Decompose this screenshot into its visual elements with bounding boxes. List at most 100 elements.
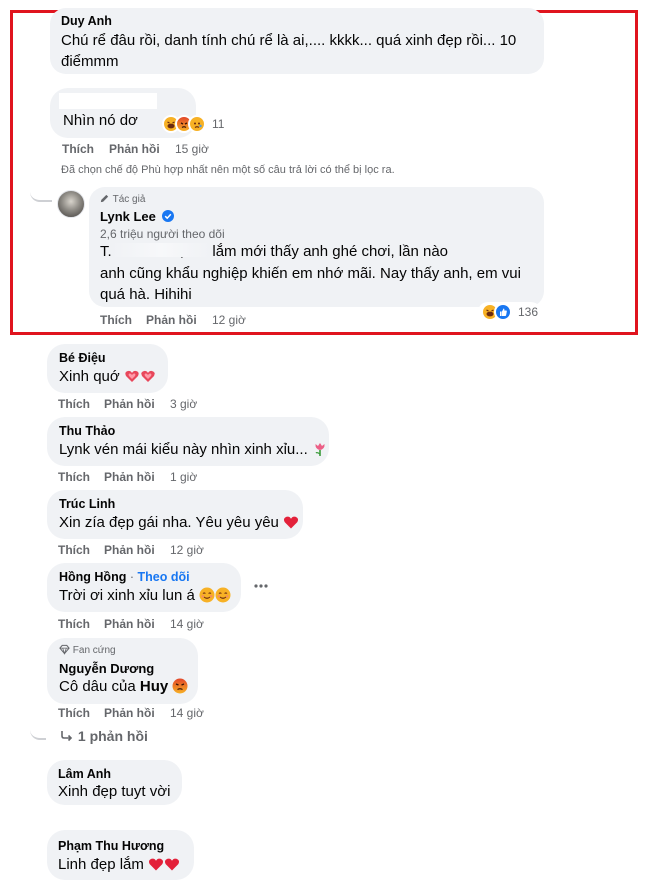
- commenter-name[interactable]: Thu Thảo: [59, 424, 115, 438]
- commenter-name[interactable]: Lâm Anh: [58, 767, 111, 781]
- redacted-text-block: [111, 243, 211, 257]
- comment-text-line2: anh cũng khẩu nghiệp khiến em nhớ mãi. N…: [100, 265, 521, 282]
- growing-heart-icon: [125, 370, 139, 382]
- comment-bubble-duy-anh: Duy Anh Chú rể đâu rồi, danh tính chú rể…: [50, 8, 544, 74]
- like-button[interactable]: Thích: [62, 142, 94, 156]
- comment-actions: Thích Phản hồi 14 giờ: [58, 617, 258, 633]
- tulip-icon: [315, 443, 325, 456]
- commenter-name[interactable]: Phạm Thu Hương: [58, 839, 164, 853]
- comment-actions: Thích Phản hồi 1 giờ: [58, 470, 258, 486]
- comment-text-line1: Chú rể đâu rồi, danh tính chú rể là ai,.…: [61, 32, 517, 49]
- like-button[interactable]: Thích: [58, 617, 90, 631]
- comment-text-line2: điểmmm: [61, 53, 119, 70]
- like-button[interactable]: Thích: [58, 706, 90, 720]
- reply-button[interactable]: Phản hồi: [104, 706, 155, 720]
- red-heart-icon: [284, 516, 299, 529]
- comment-bubble-hong-hong: Hồng Hồng · Theo dõi Trời ơi xinh xỉu lu…: [47, 563, 241, 612]
- like-button[interactable]: Thích: [100, 313, 132, 327]
- comment-text-prefix: Cô dâu của: [59, 678, 140, 695]
- author-badge: Tác giả: [99, 193, 145, 205]
- comment-bubble-nguyen-duong: Fan cứng Nguyễn Dương Cô dâu của Huy: [47, 638, 198, 704]
- commenter-name[interactable]: Bé Điệu: [59, 351, 106, 365]
- fan-badge: Fan cứng: [59, 644, 116, 656]
- commenter-name[interactable]: Lynk Lee: [100, 209, 174, 224]
- follow-button[interactable]: Theo dõi: [137, 570, 189, 584]
- comment-bubble-pham-thu-huong: Phạm Thu Hương Linh đẹp lắm: [47, 830, 194, 880]
- comment-text-content: Xinh quớ: [59, 368, 120, 385]
- replies-count: 1 phản hồi: [77, 728, 148, 744]
- comment-text-content: Lynk vén mái kiểu này nhìn xinh xỉu...: [59, 441, 308, 458]
- comment-text-content: Xin zía đẹp gái nha. Yêu yêu yêu: [59, 514, 279, 531]
- reply-button[interactable]: Phản hồi: [146, 313, 197, 327]
- reply-arrow-icon: [61, 731, 73, 742]
- reaction-summary[interactable]: 136: [478, 302, 542, 322]
- comment-text: Trời ơi xinh xỉu lun á: [59, 585, 231, 607]
- like-button[interactable]: Thích: [58, 397, 90, 411]
- reaction-count: 136: [518, 305, 539, 319]
- verified-badge-icon: [161, 210, 174, 222]
- pencil-icon: [100, 194, 109, 203]
- comment-time[interactable]: 12 giờ: [212, 313, 246, 327]
- comment-bubble-truc-linh: Trúc Linh Xin zía đẹp gái nha. Yêu yêu y…: [47, 490, 303, 539]
- comment-bubble-lynk-lee: Tác giả Lynk Lee 2,6 triệu người theo dõ…: [89, 187, 544, 307]
- comment-text: Xin zía đẹp gái nha. Yêu yêu yêu: [59, 512, 299, 534]
- comment-text: Lynk vén mái kiểu này nhìn xinh xỉu...: [59, 439, 328, 461]
- commenter-name[interactable]: Duy Anh: [61, 14, 112, 28]
- growing-heart-icon: [141, 370, 155, 382]
- fan-badge-label: Fan cứng: [72, 645, 116, 656]
- smiling-face-icon: [199, 587, 215, 603]
- author-badge-label: Tác giả: [112, 194, 146, 205]
- comment-time[interactable]: 3 giờ: [170, 397, 197, 411]
- like-button[interactable]: Thích: [58, 470, 90, 484]
- comment-actions: Thích Phản hồi 14 giờ: [58, 706, 258, 722]
- reaction-summary[interactable]: 11: [162, 115, 224, 133]
- reply-thread-line: [30, 186, 52, 202]
- commenter-name[interactable]: Nguyễn Dương: [59, 661, 154, 676]
- comment-time[interactable]: 15 giờ: [175, 142, 209, 156]
- comment-actions: Thích Phản hồi 12 giờ: [58, 543, 258, 559]
- comment-text: Xinh đẹp tuyt vời: [58, 783, 171, 800]
- comment-actions: Thích Phản hồi 12 giờ: [100, 313, 300, 329]
- comment-actions: Thích Phản hồi 15 giờ: [62, 142, 262, 158]
- comment-time[interactable]: 14 giờ: [170, 706, 204, 720]
- mention-link[interactable]: Huy: [140, 678, 168, 695]
- separator-dot: ·: [129, 570, 134, 584]
- reply-button[interactable]: Phản hồi: [104, 397, 155, 411]
- reply-button[interactable]: Phản hồi: [109, 142, 160, 156]
- angry-face-icon: [172, 678, 188, 694]
- commenter-name[interactable]: Hồng Hồng: [59, 570, 126, 584]
- comment-bubble-lam-anh: Lâm Anh Xinh đẹp tuyt vời: [47, 760, 182, 805]
- more-options-icon[interactable]: [251, 578, 271, 594]
- comment-time[interactable]: 12 giờ: [170, 543, 204, 557]
- red-heart-icon: [149, 858, 164, 871]
- follower-count: 2,6 triệu người theo dõi: [100, 227, 225, 241]
- reaction-count: 11: [212, 117, 225, 131]
- comment-actions: Thích Phản hồi 3 giờ: [58, 397, 258, 413]
- comment-text: Nhìn nó dơ: [63, 112, 138, 129]
- smiling-face-icon: [215, 587, 231, 603]
- comment-text: Linh đẹp lắm: [58, 854, 180, 876]
- comment-time[interactable]: 14 giờ: [170, 617, 204, 631]
- reply-button[interactable]: Phản hồi: [104, 617, 155, 631]
- sad-reaction-icon: [188, 115, 206, 133]
- like-reaction-icon: [494, 303, 512, 321]
- avatar[interactable]: [57, 190, 85, 218]
- comment-text-content: Trời ơi xinh xỉu lun á: [59, 587, 195, 604]
- commenter-name[interactable]: Trúc Linh: [59, 497, 115, 511]
- reply-thread-line: [30, 730, 46, 740]
- comment-time[interactable]: 1 giờ: [170, 470, 197, 484]
- reply-button[interactable]: Phản hồi: [104, 470, 155, 484]
- like-button[interactable]: Thích: [58, 543, 90, 557]
- comment-bubble-thu-thao: Thu Thảo Lynk vén mái kiểu này nhìn xinh…: [47, 417, 329, 466]
- view-replies-link[interactable]: 1 phản hồi: [60, 728, 148, 744]
- redacted-name-block: [59, 93, 157, 109]
- diamond-icon: [59, 644, 70, 655]
- reply-button[interactable]: Phản hồi: [104, 543, 155, 557]
- comment-text: Xinh quớ: [59, 366, 156, 388]
- commenter-name-text: Lynk Lee: [100, 209, 156, 224]
- red-heart-icon: [165, 858, 180, 871]
- filter-notice: Đã chọn chế độ Phù hợp nhất nên một số c…: [61, 164, 395, 176]
- comment-text-content: Linh đẹp lắm: [58, 856, 144, 873]
- comment-bubble-be-dieu: Bé Điệu Xinh quớ: [47, 344, 168, 393]
- commenter-name-row: Hồng Hồng · Theo dõi: [59, 570, 190, 584]
